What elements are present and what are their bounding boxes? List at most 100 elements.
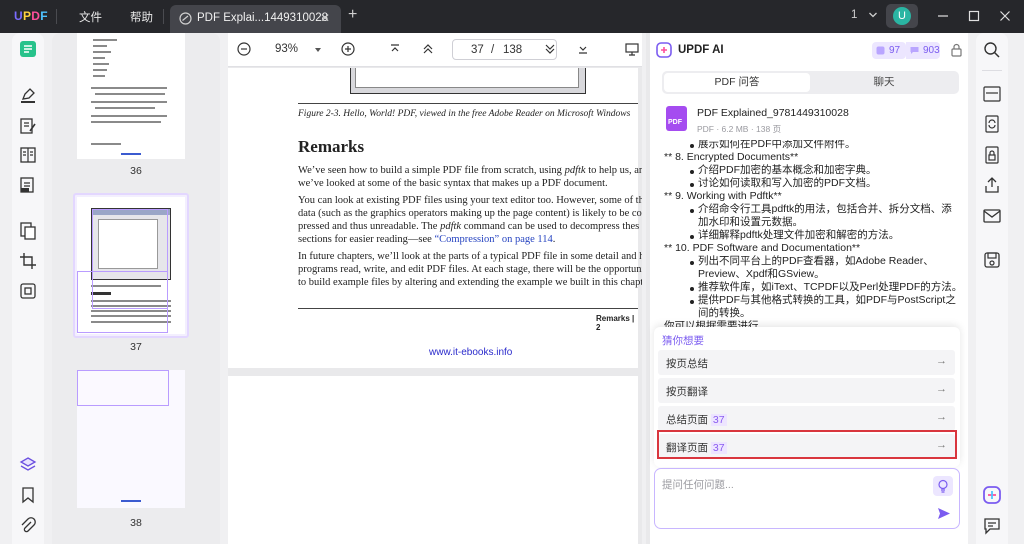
edit-text-icon[interactable] (19, 117, 37, 135)
suggestion-translate-by-page[interactable]: 按页翻译 → (658, 378, 955, 403)
reader-mode-icon[interactable] (19, 40, 37, 58)
arrow-right-icon: → (936, 355, 947, 367)
thumbnail-page-selected[interactable] (73, 193, 189, 338)
first-page-icon[interactable] (389, 43, 401, 55)
last-page-icon[interactable] (577, 43, 589, 55)
thumb-line (91, 87, 167, 89)
zoom-level[interactable]: 93% (275, 43, 298, 55)
thumb-link (121, 153, 141, 155)
ai-panel-title: UPDF AI (678, 44, 724, 56)
thumbnail-page[interactable] (77, 370, 185, 508)
title-bar: UPDF 文件 帮助 PDF Explai...1449310028 ✕ + 1… (0, 0, 1024, 33)
tab-chat[interactable]: 聊天 (811, 73, 957, 92)
email-icon[interactable] (983, 207, 1001, 225)
thumb-link (121, 500, 141, 502)
thumb-line (93, 51, 111, 53)
arrow-right-icon: → (936, 383, 947, 395)
tools-icon[interactable] (19, 282, 37, 300)
paragraph-line: data (such as the graphics operators mak… (298, 208, 642, 219)
thumb-line (91, 115, 167, 117)
updf-ai-icon[interactable] (983, 486, 1001, 504)
response-line: 详细解释pdftk处理文件加密和解密的方法。 (698, 229, 900, 241)
thumbnail-panel: 36 37 38 (52, 33, 220, 544)
highlighter-icon[interactable] (19, 86, 37, 104)
form-icon[interactable] (19, 146, 37, 164)
credit-badge-a: 97 (872, 42, 906, 59)
right-tool-sidebar (976, 33, 1008, 544)
credit-count-b: 903 (923, 45, 940, 56)
lock-icon[interactable] (951, 43, 962, 57)
ai-response: 展示如何在PDF中添加文件附件。 ** 8. Encrypted Documen… (664, 140, 960, 330)
tab-pdf-qa[interactable]: PDF 问答 (664, 73, 810, 92)
convert-icon[interactable] (983, 115, 1001, 133)
ocr-icon[interactable] (983, 85, 1001, 103)
ai-question-input[interactable]: 提问任何问题... (654, 468, 960, 529)
message-icon (910, 47, 919, 54)
prompt-ideas-button[interactable] (933, 476, 953, 496)
bullet (690, 235, 694, 239)
thumbnail-page[interactable] (77, 33, 185, 159)
previous-page-icon[interactable] (422, 43, 434, 55)
response-heading: ** 9. Working with Pdftk** (664, 190, 782, 202)
zoom-in-icon[interactable] (341, 42, 355, 56)
maximize-icon[interactable] (966, 8, 982, 24)
layers-icon[interactable] (19, 456, 37, 474)
thumb-line (95, 93, 165, 95)
zoom-out-icon[interactable] (237, 42, 251, 56)
thumb-line (95, 107, 155, 109)
account-button[interactable]: U (886, 4, 918, 28)
minimize-icon[interactable] (935, 8, 951, 24)
send-icon[interactable] (937, 507, 951, 520)
thumb-viewport-indicator (77, 370, 169, 406)
thumb-line (93, 45, 107, 47)
search-icon[interactable] (983, 41, 1001, 59)
suggestion-panel: 猜你想要 按页总结 → 按页翻译 → 总结页面 37 → 翻译页面 37 → (654, 327, 960, 467)
crop-icon[interactable] (19, 252, 37, 270)
protect-icon[interactable] (983, 146, 1001, 164)
save-icon[interactable] (983, 251, 1001, 269)
zoom-dropdown-icon[interactable] (314, 46, 322, 54)
fill-sign-icon[interactable] (19, 176, 37, 194)
bullet (690, 287, 694, 291)
thumb-line (91, 143, 121, 145)
credit-count-a: 97 (889, 45, 901, 56)
next-page-icon[interactable] (544, 43, 556, 55)
arrow-right-icon: → (936, 411, 947, 423)
page-number-input[interactable]: 37 / 138 (452, 39, 557, 60)
suggestion-page-number: 37 (710, 414, 727, 426)
chevron-down-icon[interactable] (868, 9, 878, 21)
page-url[interactable]: www.it-ebooks.info (429, 347, 512, 358)
document-tab[interactable]: PDF Explai...1449310028 ✕ (170, 5, 341, 33)
ai-mode-switch: PDF 问答 聊天 (662, 71, 959, 94)
text-run-italic: pdftk (440, 221, 462, 232)
presentation-icon[interactable] (625, 43, 639, 56)
current-page: 37 (471, 44, 484, 56)
close-tab-icon[interactable]: ✕ (320, 11, 330, 25)
window-count[interactable]: 1 (851, 9, 857, 21)
new-tab-button[interactable]: + (348, 6, 357, 24)
thumb-line (93, 63, 109, 65)
document-toolbar: 93% 37 / 138 (228, 33, 642, 67)
menu-file[interactable]: 文件 (79, 9, 102, 25)
attachment-icon[interactable] (19, 517, 37, 535)
suggestion-summarize-page[interactable]: 总结页面 37 → (658, 406, 955, 431)
comment-icon[interactable] (983, 517, 1001, 535)
suggestion-summarize-by-page[interactable]: 按页总结 → (658, 350, 955, 375)
divider (163, 9, 164, 24)
left-tool-sidebar (12, 33, 44, 544)
response-line: 推荐软件库，如iText、TCPDF以及Perl处理PDF的方法。 (698, 281, 960, 293)
cross-reference-link[interactable]: “Compression” on page 114 (434, 234, 552, 245)
response-line: 间的转换。 (698, 307, 751, 319)
close-window-icon[interactable] (997, 8, 1013, 24)
text-run: command can be used to decompress thes (461, 221, 640, 232)
suggestion-label: 按页总结 (666, 358, 708, 370)
menu-help[interactable]: 帮助 (130, 9, 153, 25)
organize-pages-icon[interactable] (19, 222, 37, 240)
bookmark-icon[interactable] (19, 486, 37, 504)
response-line: Preview、Xpdf和GSview。 (698, 268, 825, 280)
bullet (690, 261, 694, 265)
response-line: 展示如何在PDF中添加文件附件。 (698, 140, 856, 150)
bullet (690, 300, 694, 304)
highlight-box (657, 430, 957, 459)
share-icon[interactable] (983, 176, 1001, 194)
